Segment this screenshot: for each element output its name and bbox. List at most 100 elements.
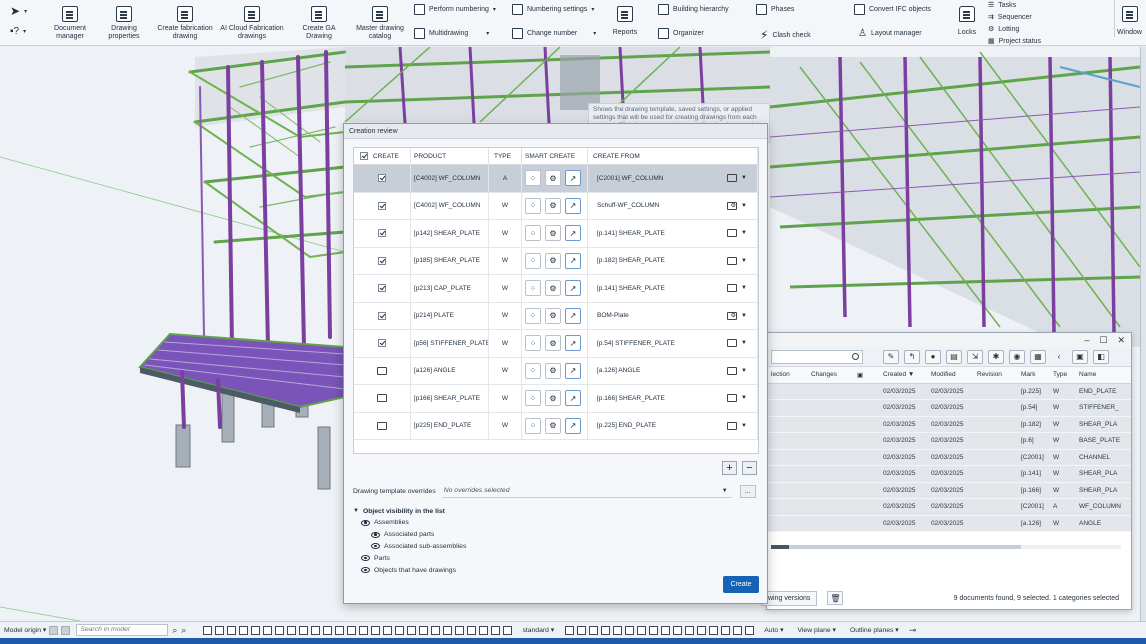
toolbar-tool-icon[interactable]	[443, 625, 453, 635]
column-header[interactable]: Revision	[973, 367, 1017, 384]
template-overrides-select[interactable]: No overrides selected ▼	[441, 484, 732, 498]
create-from-cell[interactable]: [p.141] SHEAR_PLATE ▼	[588, 274, 758, 303]
multidrawing-button[interactable]: Multidrawing ▾	[414, 28, 489, 39]
smart-create-icon[interactable]: ⁘	[525, 225, 541, 242]
gear-icon[interactable]: ⚙	[545, 225, 561, 242]
toolbar-tool-icon[interactable]	[431, 625, 441, 635]
column-header[interactable]: lection	[767, 367, 807, 384]
project-status-button[interactable]: ▦ Project status	[988, 37, 1041, 46]
table-row[interactable]: [p56] STIFFENER_PLATE W ⁘ ⚙ ↗ [p.54] STI…	[354, 329, 758, 358]
gear-icon[interactable]: ⚙	[545, 417, 561, 434]
toolbar-tool-icon[interactable]	[685, 625, 695, 635]
create-from-dropdown[interactable]: ▼	[727, 412, 747, 440]
table-row[interactable]: 02/03/2025 02/03/2025 [a.126] W ANGLE	[767, 515, 1131, 532]
search-in-model-input[interactable]: Search in model	[76, 624, 169, 636]
edit-drawing-icon[interactable]: ↗	[565, 170, 581, 187]
smart-create-icon[interactable]: ⁘	[525, 335, 541, 352]
smart-create-icon[interactable]: ⁘	[525, 417, 541, 434]
add-row-button[interactable]: +	[722, 461, 737, 475]
lotting-button[interactable]: ⚙ Lotting	[988, 25, 1019, 34]
toolbar-tool-icon[interactable]	[673, 625, 683, 635]
edit-drawing-icon[interactable]: ↗	[565, 362, 581, 379]
toolbar-tool-icon[interactable]	[227, 625, 237, 635]
toolbar-tool-icon[interactable]	[395, 625, 405, 635]
select-all-checkbox[interactable]	[360, 152, 368, 160]
column-header[interactable]: Created ▼	[879, 367, 927, 384]
reports-button[interactable]: Reports	[608, 0, 642, 37]
create-from-dropdown[interactable]: ▼	[727, 165, 747, 193]
create-from-dropdown[interactable]: ⚙ ▼	[727, 302, 747, 330]
create-checkbox[interactable]	[378, 256, 386, 265]
edit-drawing-icon[interactable]: ↗	[565, 417, 581, 434]
create-from-dropdown[interactable]: ▼	[727, 247, 747, 275]
object-visibility-heading[interactable]: ▼ Object visibility in the list	[353, 505, 466, 517]
table-row[interactable]: 02/03/2025 02/03/2025 [p.166] W SHEAR_PL…	[767, 482, 1131, 499]
auto-select[interactable]: Auto ▾	[764, 626, 783, 634]
create-from-dropdown[interactable]: ▼	[727, 275, 747, 303]
toolbar-tool-icon[interactable]	[733, 625, 743, 635]
master-drawing-catalog-button[interactable]: Master drawing catalog	[352, 0, 408, 41]
edit-drawing-icon[interactable]: ↗	[565, 225, 581, 242]
create-from-cell[interactable]: [a.126] ANGLE ▼	[588, 357, 758, 385]
create-fabrication-drawing-button[interactable]: Create fabrication drawing	[154, 0, 216, 41]
toolbar-tool-icon[interactable]	[601, 625, 611, 635]
organizer-button[interactable]: Organizer	[658, 28, 704, 39]
type-column-header[interactable]: TYPE	[489, 147, 522, 165]
eye-icon[interactable]	[361, 519, 370, 526]
create-from-column-header[interactable]: CREATE FROM	[588, 147, 758, 165]
table-row[interactable]: 02/03/2025 02/03/2025 [p.6] W BASE_PLATE	[767, 432, 1131, 450]
smart-create-icon[interactable]: ⁘	[525, 252, 541, 269]
column-header[interactable]: ▣	[853, 367, 879, 384]
table-row[interactable]: 02/03/2025 02/03/2025 [C2001] A WF_COLUM…	[767, 498, 1131, 516]
toolbar-tool-icon[interactable]	[347, 625, 357, 635]
horizontal-scrollbar[interactable]	[771, 545, 1121, 549]
gear-icon[interactable]: ⚙	[545, 362, 561, 379]
toolbar-tool-icon[interactable]	[299, 625, 309, 635]
create-ga-drawing-button[interactable]: Create GA Drawing	[298, 0, 340, 41]
create-checkbox[interactable]	[378, 174, 386, 183]
table-row[interactable]: 02/03/2025 02/03/2025 [C2001] W CHANNEL	[767, 449, 1131, 466]
smart-create-icon[interactable]: ⁘	[525, 170, 541, 187]
toolbar-tool-icon[interactable]	[407, 625, 417, 635]
drawing-versions-button[interactable]: wing versions	[761, 590, 818, 606]
create-checkbox[interactable]	[378, 311, 386, 320]
convert-ifc-button[interactable]: Convert IFC objects	[854, 4, 931, 15]
toolbar-tool-icon[interactable]	[479, 625, 489, 635]
template-overrides-more-button[interactable]: ...	[739, 484, 756, 498]
outline-planes-select[interactable]: Outline planes ▾	[850, 626, 899, 634]
toolbar-tool-icon[interactable]	[287, 625, 297, 635]
create-checkbox[interactable]	[378, 229, 386, 238]
table-row[interactable]: [p142] SHEAR_PLATE W ⁘ ⚙ ↗ [p.141] SHEAR…	[354, 219, 758, 248]
toolbar-tool-icon[interactable]	[419, 625, 429, 635]
sequencer-button[interactable]: ⇉ Sequencer	[988, 13, 1032, 22]
product-column-header[interactable]: PRODUCT	[411, 147, 489, 165]
table-row[interactable]: 02/03/2025 02/03/2025 [p.182] W SHEAR_PL…	[767, 416, 1131, 433]
table-row[interactable]: [p185] SHEAR_PLATE W ⁘ ⚙ ↗ [p.182] SHEAR…	[354, 247, 758, 275]
gear-icon[interactable]: ⚙	[545, 252, 561, 269]
edit-drawing-icon[interactable]: ↗	[565, 307, 581, 324]
eye-icon[interactable]	[361, 555, 370, 562]
model-origin-select[interactable]: Model origin ▾	[4, 626, 46, 634]
pin-icon[interactable]: ⊸	[909, 625, 917, 636]
maximize-icon[interactable]: ☐	[1099, 335, 1107, 346]
eye-icon[interactable]	[371, 531, 380, 538]
smart-create-column-header[interactable]: SMART CREATE	[522, 147, 588, 165]
table-row[interactable]: [p213] CAP_PLATE W ⁘ ⚙ ↗ [p.141] SHEAR_P…	[354, 274, 758, 303]
column-header[interactable]: Mark	[1017, 367, 1049, 384]
view-button[interactable]: ◉	[1009, 349, 1025, 364]
table-row[interactable]: [p166] SHEAR_PLATE W ⁘ ⚙ ↗ [p.166] SHEAR…	[354, 384, 758, 413]
drawing-properties-button[interactable]: Drawing properties	[102, 0, 146, 41]
create-from-cell[interactable]: [p.182] SHEAR_PLATE ▼	[588, 247, 758, 275]
create-button[interactable]: Create	[723, 576, 759, 593]
edit-button[interactable]: ✎	[883, 349, 899, 364]
settings-button[interactable]: ✱	[988, 349, 1004, 364]
edit-drawing-icon[interactable]: ↗	[565, 280, 581, 297]
remove-row-button[interactable]: −	[742, 461, 757, 475]
gear-icon[interactable]: ⚙	[545, 280, 561, 297]
edit-drawing-icon[interactable]: ↗	[565, 252, 581, 269]
visibility-item-associated-sub-assemblies[interactable]: Associated sub-assemblies	[353, 541, 466, 553]
toolbar-tool-icon[interactable]	[637, 625, 647, 635]
delete-button[interactable]: 🗑	[827, 591, 844, 605]
create-column-header[interactable]: CREATE	[354, 147, 411, 165]
view-plane-select[interactable]: View plane ▾	[798, 626, 836, 634]
